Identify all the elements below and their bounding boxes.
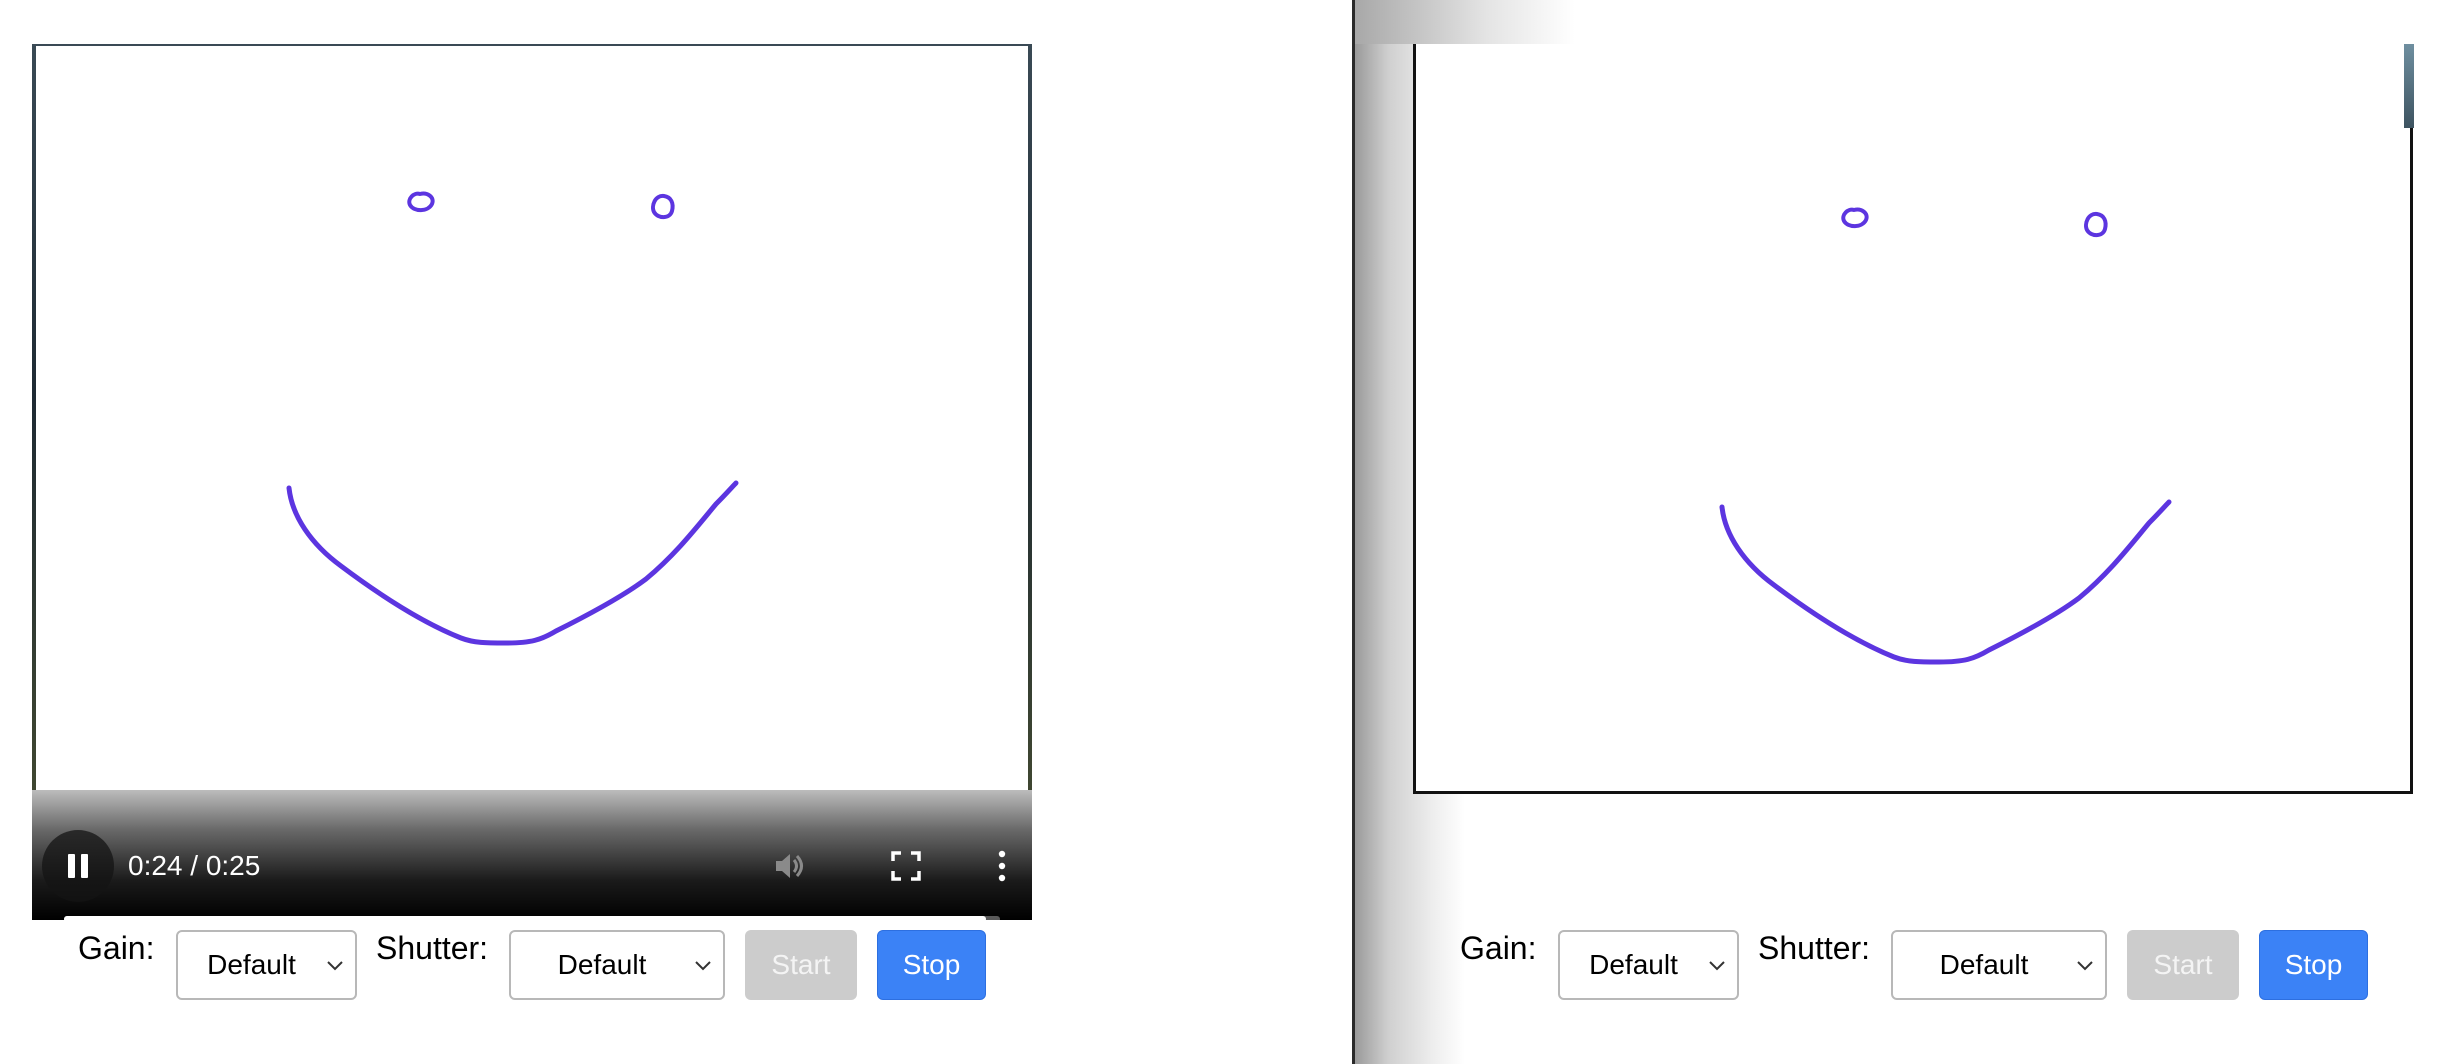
fullscreen-icon[interactable] <box>888 848 924 884</box>
shutter-label: Shutter: <box>1758 930 1871 966</box>
progress-bar[interactable] <box>64 916 1000 920</box>
shutter-label: Shutter: <box>376 930 489 966</box>
left-panel: 0:24 / 0:25 Gain: Default Shutter: Defau… <box>0 0 1352 1064</box>
gain-label: Gain: <box>1460 930 1537 966</box>
chevron-down-icon <box>695 961 711 971</box>
shutter-select-value: Default <box>557 949 647 980</box>
video-controls: 0:24 / 0:25 <box>32 790 1032 920</box>
chevron-down-icon <box>327 961 343 971</box>
gain-select[interactable]: Default <box>1558 930 1739 1000</box>
right-panel: Gain: Default Shutter: Default Start Sto… <box>1352 0 2444 1064</box>
video-player[interactable]: 0:24 / 0:25 <box>32 44 1032 920</box>
smile-curve <box>1719 499 2172 665</box>
stop-button[interactable]: Stop <box>2259 930 2368 1000</box>
pause-button[interactable] <box>42 830 114 902</box>
gain-select-value: Default <box>207 949 296 980</box>
start-button[interactable]: Start <box>2127 930 2239 1000</box>
video-frame <box>36 46 1028 792</box>
progress-fill <box>64 916 986 920</box>
left-toolbar: Gain: Default Shutter: Default Start Sto… <box>0 930 1352 1002</box>
smiley-drawing <box>1719 207 2172 665</box>
right-toolbar: Gain: Default Shutter: Default Start Sto… <box>1355 930 2444 1002</box>
gain-label: Gain: <box>78 930 155 966</box>
canvas-edge-strip <box>2404 44 2414 128</box>
left-eye <box>407 191 435 213</box>
shutter-select[interactable]: Default <box>1891 930 2107 1000</box>
drawing-canvas[interactable] <box>1413 44 2414 794</box>
smile-curve <box>286 480 739 646</box>
right-eye <box>651 193 675 220</box>
chevron-down-icon <box>1709 961 1725 971</box>
more-options-icon[interactable] <box>984 848 1020 884</box>
time-display: 0:24 / 0:25 <box>128 850 261 881</box>
start-button[interactable]: Start <box>745 930 857 1000</box>
shutter-select-value: Default <box>1939 949 2029 980</box>
gain-select[interactable]: Default <box>176 930 357 1000</box>
left-eye <box>1841 207 1869 229</box>
right-eye <box>2084 211 2108 238</box>
gain-select-value: Default <box>1589 949 1678 980</box>
pause-icon <box>65 854 91 878</box>
stop-button[interactable]: Stop <box>877 930 986 1000</box>
shutter-select[interactable]: Default <box>509 930 725 1000</box>
smiley-drawing <box>286 191 739 646</box>
volume-icon[interactable] <box>770 848 806 884</box>
panel-top-fade <box>1355 0 1575 44</box>
chevron-down-icon <box>2077 961 2093 971</box>
